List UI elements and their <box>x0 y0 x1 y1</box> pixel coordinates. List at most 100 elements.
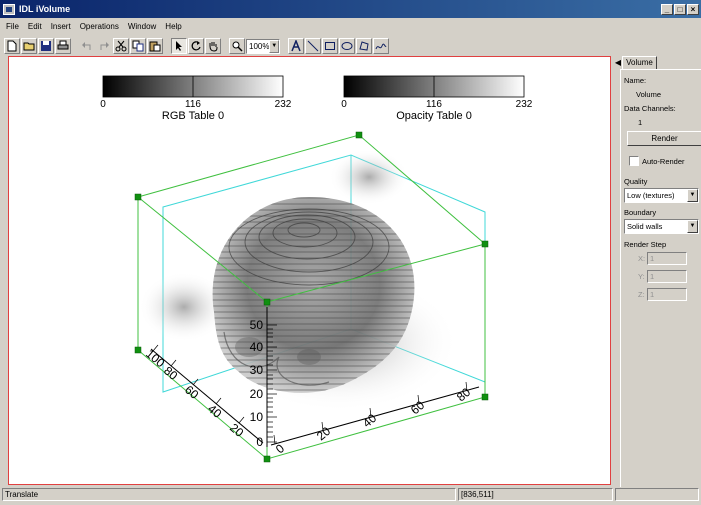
z-tick-label: 10 <box>250 410 264 424</box>
resize-handle[interactable] <box>481 240 489 248</box>
maximize-button[interactable]: □ <box>674 3 686 15</box>
text-tool-button[interactable] <box>288 38 304 54</box>
volume-panel-body: Name: Volume Data Channels: 1 Render Aut… <box>620 69 701 487</box>
zoom-tool-button[interactable] <box>229 38 245 54</box>
select-tool-button[interactable] <box>171 38 187 54</box>
volume-render <box>139 149 459 412</box>
zoom-combo[interactable]: 100% ▼ <box>246 38 280 54</box>
redo-button[interactable] <box>96 38 112 54</box>
step-y-field[interactable]: 1 <box>647 270 687 283</box>
undo-button[interactable] <box>79 38 95 54</box>
rectangle-icon <box>325 42 335 50</box>
rotate-tool-button[interactable] <box>188 38 204 54</box>
opacity-colorbar-max: 232 <box>516 99 533 110</box>
step-z-field[interactable]: 1 <box>647 288 687 301</box>
paste-button[interactable] <box>147 38 163 54</box>
chevron-down-icon[interactable]: ▼ <box>687 220 698 233</box>
resize-handle[interactable] <box>263 298 271 306</box>
z-tick-label: 30 <box>250 363 264 377</box>
print-button[interactable] <box>55 38 71 54</box>
chevron-down-icon[interactable]: ▼ <box>687 189 698 202</box>
rectangle-tool-button[interactable] <box>322 38 338 54</box>
menu-help[interactable]: Help <box>165 22 181 31</box>
pan-tool-button[interactable] <box>205 38 221 54</box>
arrow-pointer-icon <box>176 41 182 51</box>
zoom-value: 100% <box>249 41 270 51</box>
copy-button[interactable] <box>130 38 146 54</box>
rgb-colorbar-min: 0 <box>100 99 106 110</box>
tab-volume[interactable]: Volume <box>622 56 657 70</box>
app-icon <box>3 3 15 15</box>
step-x-field[interactable]: 1 <box>647 252 687 265</box>
hand-icon <box>209 42 218 52</box>
y-tick-label: 20 <box>227 421 246 441</box>
visualization-canvas[interactable]: 0 116 232 RGB Table 0 0 116 232 Opacity … <box>8 56 611 485</box>
rotate-icon <box>191 41 201 51</box>
opacity-colorbar-title: Opacity Table 0 <box>396 110 472 122</box>
new-file-button[interactable] <box>4 38 20 54</box>
properties-panel: ◀ Volume Name: Volume Data Channels: 1 R… <box>613 56 701 487</box>
ellipse-tool-button[interactable] <box>339 38 355 54</box>
redo-icon <box>100 42 109 50</box>
status-mode: Translate <box>2 488 456 501</box>
rgb-colorbar-title: RGB Table 0 <box>162 110 224 122</box>
new-file-icon <box>7 40 17 52</box>
resize-handle[interactable] <box>134 193 142 201</box>
printer-icon <box>57 40 69 50</box>
x-tick-label: 20 <box>314 424 333 444</box>
menu-edit[interactable]: Edit <box>28 22 42 31</box>
scissors-icon <box>115 40 127 52</box>
volume-scene[interactable]: 0 116 232 RGB Table 0 0 116 232 Opacity … <box>9 57 610 484</box>
main-window: IDL iVolume _ □ × File Edit Insert Opera… <box>0 0 701 505</box>
magnifier-icon <box>232 41 243 52</box>
resize-handle[interactable] <box>263 455 271 463</box>
line-icon <box>307 40 319 52</box>
menu-bar: File Edit Insert Operations Window Help <box>0 19 182 33</box>
boundary-label: Boundary <box>624 208 657 217</box>
y-tick-label: 60 <box>182 383 201 403</box>
y-tick-label: 80 <box>161 364 180 384</box>
resize-handle[interactable] <box>481 393 489 401</box>
menu-insert[interactable]: Insert <box>51 22 71 31</box>
window-controls: _ □ × <box>661 3 699 15</box>
line-tool-button[interactable] <box>305 38 321 54</box>
copy-icon <box>132 40 144 52</box>
ellipse-icon <box>341 42 353 50</box>
quality-label: Quality <box>624 177 648 186</box>
resize-handle[interactable] <box>134 346 142 354</box>
toolbar: 100% ▼ <box>4 36 389 56</box>
menu-operations[interactable]: Operations <box>80 22 119 31</box>
menu-file[interactable]: File <box>6 22 19 31</box>
folder-icon <box>23 42 35 51</box>
menu-window[interactable]: Window <box>128 22 156 31</box>
title-bar[interactable]: IDL iVolume _ □ × <box>0 0 701 18</box>
minimize-button[interactable]: _ <box>661 3 673 15</box>
quality-value: Low (textures) <box>627 191 675 200</box>
freehand-icon <box>375 43 387 50</box>
boundary-select[interactable]: Solid walls ▼ <box>624 219 699 234</box>
chevron-down-icon[interactable]: ▼ <box>269 39 279 53</box>
status-extra <box>615 488 699 501</box>
resize-handle[interactable] <box>355 131 363 139</box>
step-z-label: Z: <box>638 290 645 299</box>
rgb-colorbar-mid: 116 <box>185 99 201 110</box>
open-button[interactable] <box>21 38 37 54</box>
opacity-colorbar-mid: 116 <box>426 99 442 110</box>
freehand-tool-button[interactable] <box>373 38 389 54</box>
data-channels-value: 1 <box>638 118 643 127</box>
y-tick-label: 100 <box>143 347 168 371</box>
undo-icon <box>82 42 91 50</box>
boundary-value: Solid walls <box>627 222 663 231</box>
quality-select[interactable]: Low (textures) ▼ <box>624 188 699 203</box>
polygon-tool-button[interactable] <box>356 38 372 54</box>
name-value: Volume <box>636 90 662 99</box>
close-button[interactable]: × <box>687 3 699 15</box>
opacity-colorbar-min: 0 <box>341 99 347 110</box>
auto-render-checkbox[interactable] <box>629 156 639 166</box>
render-button[interactable]: Render <box>627 131 701 146</box>
name-label: Name: <box>624 76 647 85</box>
data-channels-label: Data Channels: <box>624 104 676 113</box>
y-tick-label: 40 <box>205 402 224 422</box>
save-button[interactable] <box>38 38 54 54</box>
cut-button[interactable] <box>113 38 129 54</box>
